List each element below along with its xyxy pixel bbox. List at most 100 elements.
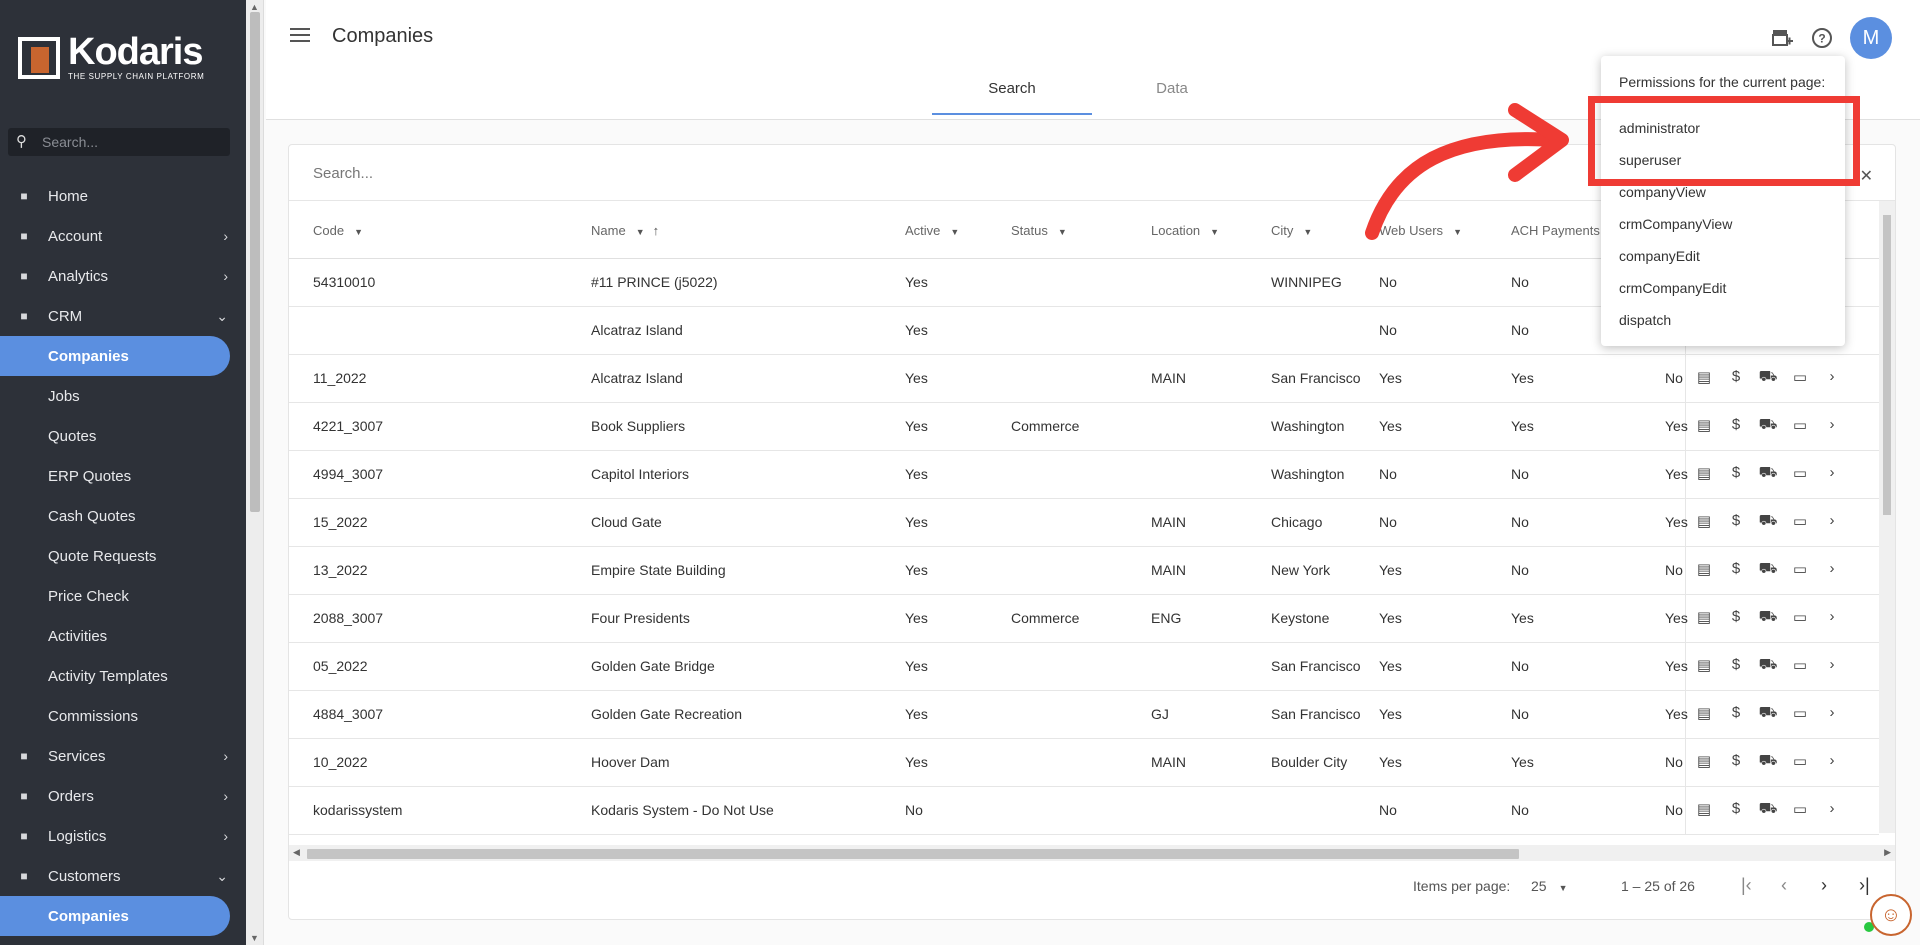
permission-item[interactable]: dispatch	[1619, 312, 1671, 328]
comment-icon[interactable]: ▭	[1789, 704, 1811, 724]
add-note-icon[interactable]: ▤	[1693, 464, 1715, 484]
sidebar-search-input[interactable]	[42, 134, 222, 150]
table-row[interactable]: 10_2022 Hoover Dam Yes MAIN Boulder City Yes Y…	[289, 739, 1879, 787]
scroll-down-arrow-icon[interactable]: ▼	[250, 933, 259, 943]
chevron-right-icon[interactable]: ›	[1821, 416, 1843, 436]
add-note-icon[interactable]: ▤	[1693, 560, 1715, 580]
permission-item[interactable]: crmCompanyView	[1619, 216, 1732, 232]
sort-caret-icon[interactable]: ▼	[1058, 227, 1067, 237]
sidebar-item-commissions[interactable]: Commissions	[0, 696, 246, 736]
table-search-input[interactable]	[313, 165, 1413, 182]
shipping-truck-icon[interactable]: ⛟	[1757, 800, 1779, 820]
invoice-icon[interactable]: $	[1725, 752, 1747, 772]
chevron-right-icon[interactable]: ›	[1821, 656, 1843, 676]
first-page-icon[interactable]: |‹	[1741, 875, 1752, 896]
chevron-right-icon[interactable]: ›	[1821, 800, 1843, 820]
shipping-truck-icon[interactable]: ⛟	[1757, 560, 1779, 580]
sidebar-item-crm[interactable]: ■ CRM ⌄	[0, 296, 246, 336]
invoice-icon[interactable]: $	[1725, 464, 1747, 484]
add-note-icon[interactable]: ▤	[1693, 704, 1715, 724]
tab-search[interactable]: Search	[932, 80, 1092, 115]
column-header-name[interactable]: Name ▼ ↑	[591, 223, 659, 238]
table-row[interactable]: 4994_3007 Capitol Interiors Yes Washington N…	[289, 451, 1879, 499]
invoice-icon[interactable]: $	[1725, 368, 1747, 388]
sort-caret-icon[interactable]: ▼	[1303, 227, 1312, 237]
sidebar-item-companies[interactable]: Companies	[0, 896, 230, 936]
sidebar-item-orders[interactable]: ■ Orders ›	[0, 776, 246, 816]
sidebar-item-services[interactable]: ■ Services ›	[0, 736, 246, 776]
sidebar-item-activities[interactable]: Activities	[0, 616, 246, 656]
horizontal-scroll-thumb[interactable]	[307, 849, 1519, 859]
sort-caret-icon[interactable]: ▼	[950, 227, 959, 237]
scroll-up-arrow-icon[interactable]: ▲	[250, 2, 259, 12]
comment-icon[interactable]: ▭	[1789, 656, 1811, 676]
table-row[interactable]: 05_2022 Golden Gate Bridge Yes San Francisc…	[289, 643, 1879, 691]
table-row[interactable]: 11_2022 Alcatraz Island Yes MAIN San Francis…	[289, 355, 1879, 403]
invoice-icon[interactable]: $	[1725, 512, 1747, 532]
invoice-icon[interactable]: $	[1725, 416, 1747, 436]
scroll-left-arrow-icon[interactable]: ◀	[293, 847, 300, 858]
invoice-icon[interactable]: $	[1725, 704, 1747, 724]
sidebar-scroll-thumb[interactable]	[250, 12, 260, 512]
chevron-right-icon[interactable]: ›	[1821, 704, 1843, 724]
column-header-active[interactable]: Active ▼	[905, 223, 959, 238]
sidebar-item-activity-templates[interactable]: Activity Templates	[0, 656, 246, 696]
comment-icon[interactable]: ▭	[1789, 752, 1811, 772]
sidebar-item-quotes[interactable]: Quotes	[0, 416, 246, 456]
permission-item[interactable]: companyEdit	[1619, 248, 1700, 264]
clear-search-icon[interactable]: ✕	[1860, 166, 1873, 186]
column-header-status[interactable]: Status ▼	[1011, 223, 1067, 238]
sidebar-item-companies[interactable]: Companies	[0, 336, 230, 376]
column-header-location[interactable]: Location ▼	[1151, 223, 1219, 238]
permission-item[interactable]: crmCompanyEdit	[1619, 280, 1726, 296]
sidebar-item-account[interactable]: ■ Account ›	[0, 216, 246, 256]
shipping-truck-icon[interactable]: ⛟	[1757, 608, 1779, 628]
sidebar-item-analytics[interactable]: ■ Analytics ›	[0, 256, 246, 296]
comment-icon[interactable]: ▭	[1789, 560, 1811, 580]
previous-page-icon[interactable]: ‹	[1781, 875, 1787, 896]
shipping-truck-icon[interactable]: ⛟	[1757, 464, 1779, 484]
table-row[interactable]: kodarissystem Kodaris System - Do Not Use…	[289, 787, 1879, 835]
comment-icon[interactable]: ▭	[1789, 608, 1811, 628]
chat-support-icon[interactable]: ☺	[1870, 894, 1912, 936]
comment-icon[interactable]: ▭	[1789, 512, 1811, 532]
add-note-icon[interactable]: ▤	[1693, 368, 1715, 388]
invoice-icon[interactable]: $	[1725, 800, 1747, 820]
add-note-icon[interactable]: ▤	[1693, 752, 1715, 772]
shipping-truck-icon[interactable]: ⛟	[1757, 656, 1779, 676]
invoice-icon[interactable]: $	[1725, 656, 1747, 676]
add-store-icon[interactable]	[1770, 26, 1794, 50]
tab-data[interactable]: Data	[1092, 80, 1252, 115]
sidebar-item-price-check[interactable]: Price Check	[0, 576, 246, 616]
sort-caret-icon[interactable]: ▼	[354, 227, 363, 237]
add-note-icon[interactable]: ▤	[1693, 656, 1715, 676]
add-note-icon[interactable]: ▤	[1693, 800, 1715, 820]
shipping-truck-icon[interactable]: ⛟	[1757, 368, 1779, 388]
table-row[interactable]: 13_2022 Empire State Building Yes MAIN New Y…	[289, 547, 1879, 595]
column-header-code[interactable]: Code ▼	[313, 223, 363, 238]
chevron-right-icon[interactable]: ›	[1821, 512, 1843, 532]
comment-icon[interactable]: ▭	[1789, 464, 1811, 484]
table-vertical-scrollbar[interactable]	[1879, 201, 1895, 833]
table-horizontal-scrollbar[interactable]: ◀ ▶	[289, 845, 1895, 861]
chevron-right-icon[interactable]: ›	[1821, 464, 1843, 484]
chevron-right-icon[interactable]: ›	[1821, 608, 1843, 628]
sidebar-scrollbar[interactable]: ▲ ▼	[246, 0, 264, 945]
chevron-right-icon[interactable]: ›	[1821, 368, 1843, 388]
table-row[interactable]: 4884_3007 Golden Gate Recreation Yes GJ San …	[289, 691, 1879, 739]
kodaris-logo[interactable]: Kodaris THE SUPPLY CHAIN PLATFORM	[18, 33, 204, 81]
sort-ascending-icon[interactable]: ↑	[653, 223, 660, 238]
vertical-scroll-thumb[interactable]	[1883, 215, 1891, 515]
add-note-icon[interactable]: ▤	[1693, 416, 1715, 436]
permission-item[interactable]: companyView	[1619, 184, 1706, 200]
invoice-icon[interactable]: $	[1725, 560, 1747, 580]
shipping-truck-icon[interactable]: ⛟	[1757, 512, 1779, 532]
avatar[interactable]: M	[1850, 17, 1892, 59]
help-icon[interactable]: ?	[1810, 26, 1834, 50]
shipping-truck-icon[interactable]: ⛟	[1757, 416, 1779, 436]
invoice-icon[interactable]: $	[1725, 608, 1747, 628]
sidebar-item-logistics[interactable]: ■ Logistics ›	[0, 816, 246, 856]
shipping-truck-icon[interactable]: ⛟	[1757, 704, 1779, 724]
scroll-right-arrow-icon[interactable]: ▶	[1884, 847, 1891, 858]
sidebar-item-home[interactable]: ■ Home	[0, 176, 246, 216]
